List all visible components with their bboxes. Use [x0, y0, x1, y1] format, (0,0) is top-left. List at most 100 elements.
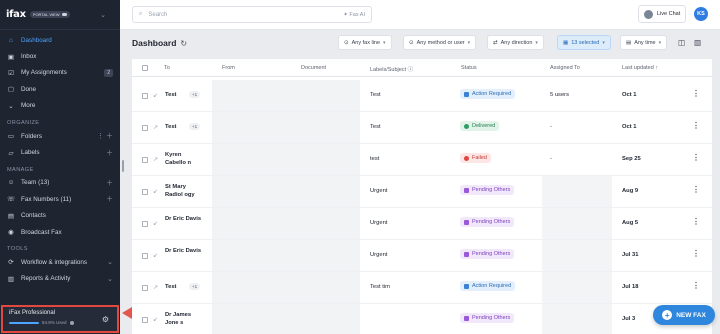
sidebar-item-done[interactable]: ▢ Done: [0, 81, 120, 97]
chevron-down-icon[interactable]: ⌄: [107, 258, 113, 266]
sidebar-item-contacts[interactable]: ▤ Contacts: [0, 208, 120, 224]
table-row[interactable]: ↙ Dr Eric Davis Urgent Pending Others Aug 5 ⋮: [132, 208, 712, 240]
column-assigned-to[interactable]: Assigned To: [550, 65, 580, 71]
gear-icon[interactable]: ⚙: [102, 315, 109, 324]
row-checkbox[interactable]: [142, 221, 148, 227]
chevron-down-icon[interactable]: ⌄: [107, 275, 113, 283]
folder-icon: ▭: [7, 133, 15, 141]
sidebar-item-folders[interactable]: ▭ Folders ⋮ ＋: [0, 128, 120, 144]
row-checkbox[interactable]: [142, 253, 148, 259]
chevron-down-icon: ⌄: [8, 102, 14, 110]
sidebar-item-labels[interactable]: ▱ Labels ＋: [0, 144, 120, 160]
add-label-icon[interactable]: ＋: [106, 148, 113, 158]
status-text: Pending Others: [472, 315, 511, 321]
usage-text: 84.8% Used: [42, 320, 67, 325]
sidebar-item-more[interactable]: ⌄ More: [0, 98, 120, 114]
more-vertical-icon[interactable]: ⋮: [692, 217, 700, 226]
filter-method-user[interactable]: ⊙ Any method or user ▾: [403, 35, 477, 50]
sidebar-item-broadcast-fax[interactable]: ◉ Broadcast Fax: [0, 224, 120, 240]
sidebar-item-my-assignments[interactable]: ☑ My Assignments 2: [0, 65, 120, 81]
collapse-icon[interactable]: ◫: [678, 38, 685, 47]
status-text: Action Required: [472, 283, 512, 289]
column-labels-subject[interactable]: Labels/Subject ⓘ: [370, 65, 413, 73]
more-vertical-icon[interactable]: ⋮: [692, 121, 700, 130]
plan-usage-panel[interactable]: iFax Professional 84.8% Used ⚙: [1, 305, 119, 333]
direction-icon: ⇄: [493, 39, 498, 46]
sidebar-item-inbox[interactable]: ▣ Inbox: [0, 48, 120, 64]
row-checkbox[interactable]: [142, 157, 148, 163]
add-number-icon[interactable]: ＋: [106, 194, 113, 204]
row-checkbox[interactable]: [142, 125, 148, 131]
column-document[interactable]: Document: [301, 65, 326, 71]
sidebar-item-dashboard[interactable]: ⌂ Dashboard: [0, 32, 120, 48]
row-checkbox[interactable]: [142, 317, 148, 323]
filter-direction[interactable]: ⇄ Any direction ▾: [487, 35, 544, 50]
sidebar-item-workflow-integrations[interactable]: ⟳ Workflow & integrations ⌄: [0, 254, 120, 270]
fax-ai-label: Fax AI: [349, 11, 365, 18]
calendar-icon: ▤: [626, 39, 632, 46]
sidebar-item-team-13[interactable]: ☺ Team (13) ＋: [0, 175, 120, 191]
sidebar-item-label: Fax Numbers (11): [21, 195, 72, 203]
filter-status[interactable]: ▦ 13 selected ▾: [557, 35, 611, 50]
more-recipients-badge[interactable]: +1: [189, 283, 201, 290]
folder-actions-icon[interactable]: ⋮ ＋: [97, 131, 113, 141]
row-checkbox[interactable]: [142, 189, 148, 195]
calendar-icon: ⊙: [344, 39, 349, 46]
table-row[interactable]: ↙ St Mary Radiol ogy Urgent Pending Others A…: [132, 176, 712, 208]
table-row[interactable]: ↙ Test +1 Test Action Required 5 users Oct 1 ⋮: [132, 80, 712, 112]
column-from[interactable]: From: [222, 65, 235, 71]
last-updated-cell: Aug 9: [622, 188, 639, 194]
more-recipients-badge[interactable]: +1: [189, 91, 201, 98]
subject-cell: Urgent: [370, 252, 388, 258]
sidebar-item-fax-numbers-11[interactable]: ☏ Fax Numbers (11) ＋: [0, 191, 120, 207]
fax-ai-button[interactable]: ✦ Fax AI: [343, 12, 365, 18]
subject-cell: Test tim: [370, 284, 390, 290]
refresh-icon[interactable]: ↻: [180, 39, 187, 48]
row-checkbox[interactable]: [142, 285, 148, 291]
sidebar-item-label: More: [21, 102, 36, 110]
search-bar[interactable]: ⌕ Search ✦ Fax AI: [132, 6, 372, 23]
table-row[interactable]: ↗ Test +1 Test tim Action Required Jul 18 ⋮: [132, 272, 712, 304]
top-bar: ⌕ Search ✦ Fax AI Live Chat KS: [120, 0, 720, 30]
usage-meter: 84.8% Used: [9, 320, 111, 325]
status-icon: [464, 315, 469, 321]
info-icon[interactable]: [69, 320, 74, 325]
table-row[interactable]: ↙Dr James Jone sPending OthersJul 3⋮: [132, 304, 712, 334]
column-status[interactable]: Status: [461, 65, 477, 71]
more-vertical-icon[interactable]: ⋮: [692, 89, 700, 98]
table-row[interactable]: ↙ Dr Eric Davis Urgent Pending Others Jul 31…: [132, 240, 712, 272]
select-all-checkbox[interactable]: [142, 65, 148, 71]
to-cell: Kyren Cabello n: [165, 152, 192, 166]
live-chat-button[interactable]: Live Chat: [638, 5, 687, 23]
more-vertical-icon[interactable]: ⋮: [692, 153, 700, 162]
table-row[interactable]: ↗ Test +1 Test Delivered - Oct 1 ⋮: [132, 112, 712, 144]
columns-icon[interactable]: ▥: [694, 38, 701, 47]
more-recipients-badge[interactable]: +1: [189, 123, 201, 130]
filter-fax-line[interactable]: ⊙ Any fax line ▾: [338, 35, 392, 50]
sidebar-item-reports-activity[interactable]: ▥ Reports & Activity ⌄: [0, 271, 120, 287]
chevron-down-icon: ▾: [535, 39, 538, 46]
chevron-down-icon[interactable]: ⌄: [100, 11, 106, 19]
column-to[interactable]: To: [164, 65, 170, 71]
filter-time[interactable]: ▤ Any time ▾: [620, 35, 668, 50]
last-updated-cell: Oct 1: [622, 92, 637, 98]
user-avatar[interactable]: KS: [694, 7, 708, 21]
new-fax-button[interactable]: + NEW FAX: [653, 305, 715, 325]
table-row[interactable]: ↗ Kyren Cabello n test Failed - Sep 25 ⋮: [132, 144, 712, 176]
column-last-updated[interactable]: Last updated ↑: [622, 65, 658, 71]
ifax-logo[interactable]: ifax: [6, 9, 26, 20]
portal-view-toggle[interactable]: PORTAL VIEW: [29, 11, 70, 18]
count-badge: 2: [104, 68, 113, 77]
column-labels-subject-text: Labels/Subject: [370, 67, 407, 73]
sidebar-resize-handle[interactable]: [122, 160, 124, 172]
more-vertical-icon[interactable]: ⋮: [692, 281, 700, 290]
add-team-icon[interactable]: ＋: [106, 178, 113, 188]
more-vertical-icon[interactable]: ⋮: [692, 185, 700, 194]
sidebar-item-label: Broadcast Fax: [21, 228, 62, 236]
more-vertical-icon[interactable]: ⋮: [692, 249, 700, 258]
status-icon: [464, 283, 469, 289]
search-input[interactable]: Search: [148, 12, 167, 18]
sidebar-item-label: Workflow & integrations: [21, 258, 88, 266]
row-checkbox[interactable]: [142, 93, 148, 99]
sidebar-organize-nav: ▭ Folders ⋮ ＋ ▱ Labels ＋: [0, 128, 120, 161]
